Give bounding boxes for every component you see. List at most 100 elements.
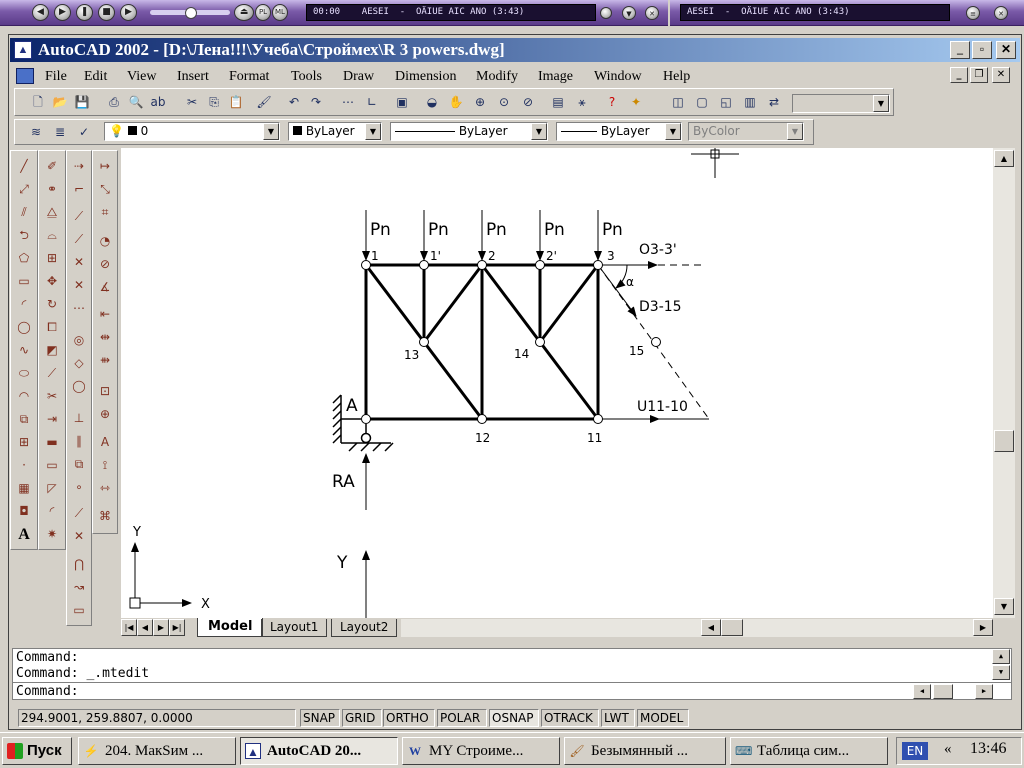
color-combo[interactable]: ByLayer ▼ <box>288 122 382 141</box>
match-properties-icon[interactable]: 🖌 <box>254 92 274 112</box>
cut-icon[interactable]: ✂ <box>182 92 202 112</box>
osnap-insert-icon[interactable]: ⧉ <box>69 454 89 475</box>
hscroll-right-button[interactable]: ▶ <box>973 619 993 636</box>
eject-button[interactable]: ⏏ <box>234 4 254 21</box>
vertical-scrollbar[interactable]: ▲ ▼ <box>993 148 1015 618</box>
playlist-button[interactable]: PL <box>255 4 271 21</box>
volume-knob[interactable] <box>185 7 197 19</box>
menu-file[interactable]: File <box>45 68 67 86</box>
cmd-hscroll-thumb[interactable] <box>933 684 953 699</box>
model-toggle[interactable]: MODEL <box>637 709 689 727</box>
menu-dimension[interactable]: Dimension <box>395 68 456 86</box>
task-paint[interactable]: 🖌 Безымянный ... <box>564 737 726 765</box>
stretch-icon[interactable]: ◩ <box>42 340 62 361</box>
pan-icon[interactable]: ✋ <box>446 92 466 112</box>
dim-edit-icon[interactable]: ⟟ <box>95 455 115 476</box>
hscroll-left-button[interactable]: ◀ <box>701 619 721 636</box>
refedit-icon[interactable]: ⇄ <box>764 92 784 112</box>
command-window[interactable]: Command: Command: _.mtedit Command: ▲ ▼ … <box>12 648 1012 700</box>
leader-icon[interactable]: ⊡ <box>95 381 115 402</box>
osnap-node-icon[interactable]: ∘ <box>69 477 89 498</box>
ucs-icon[interactable]: ∟ <box>362 92 382 112</box>
offset-icon[interactable]: ⌓ <box>42 225 62 246</box>
properties-icon[interactable]: ▤ <box>548 92 568 112</box>
medialibrary-button[interactable]: ML <box>272 4 288 21</box>
stop-button[interactable]: ■ <box>98 4 115 21</box>
tab-layout2[interactable]: Layout2 <box>331 619 398 637</box>
dim-ordinate-icon[interactable]: ⌗ <box>95 202 115 223</box>
zoom-window-icon[interactable]: ⊙ <box>494 92 514 112</box>
layer-previous-icon[interactable]: ≣ <box>50 122 70 142</box>
doc-minimize-button[interactable]: _ <box>950 67 968 83</box>
print-icon[interactable]: ⎙ <box>104 92 124 112</box>
osnap-none-icon[interactable]: ✕ <box>69 526 89 547</box>
named-views-icon[interactable]: ▣ <box>392 92 412 112</box>
make-layer-current-icon[interactable]: ✓ <box>74 122 94 142</box>
extend-icon[interactable]: ⇥ <box>42 409 62 430</box>
copy-object-icon[interactable]: ⚭ <box>42 179 62 200</box>
arc-icon[interactable]: ◜ <box>14 294 34 315</box>
line-icon[interactable]: ╱ <box>14 156 34 177</box>
tab-last-button[interactable]: ▶| <box>169 619 185 636</box>
task-charmap[interactable]: ⌨ Таблица сим... <box>730 737 888 765</box>
ellipse-arc-icon[interactable]: ◠ <box>14 386 34 407</box>
lengthen-icon[interactable]: ⟋ <box>42 363 62 384</box>
pause-button[interactable]: ❚ <box>76 4 93 21</box>
document-icon[interactable] <box>16 68 34 84</box>
osnap-extra-icon[interactable]: ↝ <box>69 577 89 598</box>
cmd-hscroll-left-button[interactable]: ◀ <box>913 684 931 699</box>
rectangle-icon[interactable]: ▭ <box>14 271 34 292</box>
paste-icon[interactable]: 📋 <box>226 92 246 112</box>
osnap-settings-icon[interactable]: ⋂ <box>69 554 89 575</box>
design-center-icon[interactable]: ⚹ <box>572 92 592 112</box>
region-icon[interactable]: ◘ <box>14 501 34 522</box>
trim-icon[interactable]: ✂ <box>42 386 62 407</box>
autocad-app-icon[interactable]: ▲ <box>14 41 32 59</box>
task-autocad[interactable]: ▲ AutoCAD 20... <box>240 737 398 765</box>
menu-player-icon[interactable]: ≡ <box>966 6 980 20</box>
doc-restore-button[interactable]: ❐ <box>970 67 988 83</box>
osnap-extra2-icon[interactable]: ▭ <box>69 600 89 621</box>
new-icon[interactable]: 🗋 <box>28 92 48 112</box>
lwt-toggle[interactable]: LWT <box>601 709 635 727</box>
extra-combo[interactable]: ▼ <box>792 94 890 113</box>
osnap-toggle[interactable]: OSNAP <box>489 709 539 727</box>
menu-image[interactable]: Image <box>538 68 573 86</box>
osnap-midpoint-icon[interactable]: ⟋ <box>69 229 89 250</box>
layout-icon[interactable]: ▥ <box>740 92 760 112</box>
save-icon[interactable]: 💾 <box>72 92 92 112</box>
otrack-toggle[interactable]: OTRACK <box>541 709 599 727</box>
dim-radius-icon[interactable]: ◔ <box>95 231 115 252</box>
erase-icon[interactable]: ✐ <box>42 156 62 177</box>
task-word[interactable]: W MY Строиме... <box>402 737 560 765</box>
scroll-down-button[interactable]: ▼ <box>994 598 1014 615</box>
make-block-icon[interactable]: ⊞ <box>14 432 34 453</box>
menu-edit[interactable]: Edit <box>84 68 107 86</box>
fillet-icon[interactable]: ◜ <box>42 501 62 522</box>
point-icon[interactable]: · <box>14 455 34 476</box>
rotate-icon[interactable]: ↻ <box>42 294 62 315</box>
mtext-icon[interactable]: A <box>14 524 34 545</box>
redo-icon[interactable]: ↷ <box>306 92 326 112</box>
menu-view[interactable]: View <box>127 68 156 86</box>
spelling-icon[interactable]: ab <box>148 92 168 112</box>
osnap-quadrant-icon[interactable]: ◇ <box>69 353 89 374</box>
start-button[interactable]: Пуск <box>2 737 72 765</box>
osnap-extension-icon[interactable]: ⋯ <box>69 298 89 319</box>
copy-icon[interactable]: ⎘ <box>204 92 224 112</box>
osnap-intersection-icon[interactable]: ✕ <box>69 252 89 273</box>
command-prompt[interactable]: Command: <box>16 684 79 699</box>
break-point-icon[interactable]: ▬ <box>42 432 62 453</box>
lineweight-combo[interactable]: ByLayer ▼ <box>556 122 682 141</box>
layer-combo[interactable]: 💡 0 ▼ <box>104 122 280 141</box>
next-track-button[interactable]: ▶ <box>120 4 137 21</box>
cmd-scroll-up-button[interactable]: ▲ <box>992 649 1010 664</box>
grid-toggle[interactable]: GRID <box>342 709 382 727</box>
break-icon[interactable]: ▭ <box>42 455 62 476</box>
linetype-combo[interactable]: ByLayer ▼ <box>390 122 548 141</box>
close-button[interactable]: ✕ <box>996 41 1016 59</box>
osnap-from-icon[interactable]: ⌐ <box>69 179 89 200</box>
menu-insert[interactable]: Insert <box>177 68 209 86</box>
seek-knob[interactable] <box>600 7 612 19</box>
layer-manager-icon[interactable]: ≋ <box>26 122 46 142</box>
